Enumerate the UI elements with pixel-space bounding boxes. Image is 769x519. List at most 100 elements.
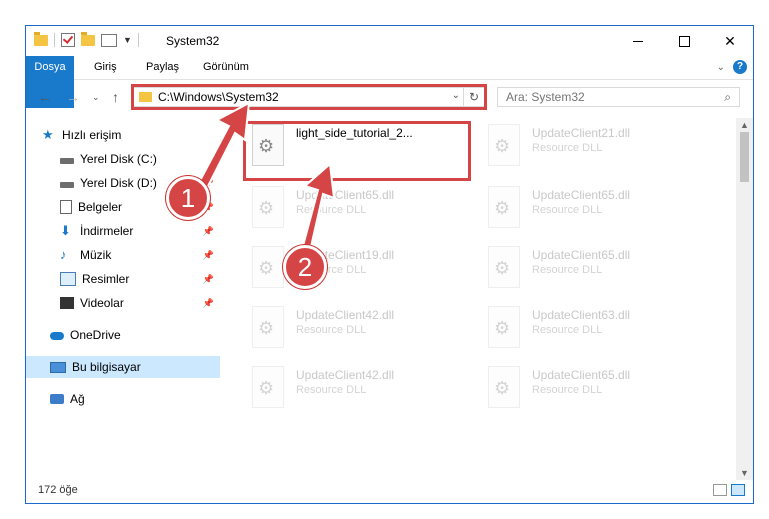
scrollbar-thumb[interactable] bbox=[740, 132, 749, 182]
search-box[interactable]: ⌕ bbox=[497, 87, 740, 107]
network-icon bbox=[50, 394, 64, 404]
file-name: UpdateClient42.dll bbox=[296, 308, 395, 322]
maximize-button[interactable] bbox=[661, 26, 707, 56]
star-icon: ★ bbox=[42, 127, 54, 142]
title-bar: ▼ System32 ✕ bbox=[26, 26, 753, 56]
pin-icon[interactable]: 📌 bbox=[203, 250, 214, 261]
step-2-badge: 2 bbox=[283, 245, 327, 289]
cloud-icon bbox=[50, 332, 64, 340]
status-bar: 172 öğe bbox=[26, 478, 753, 503]
pin-icon[interactable]: 📌 bbox=[203, 274, 214, 285]
expand-ribbon-chevron-icon[interactable]: ⌄ bbox=[717, 62, 725, 73]
file-description: Resource DLL bbox=[296, 324, 367, 336]
help-icon[interactable]: ? bbox=[733, 60, 747, 74]
gear-icon: ⚙ bbox=[494, 136, 511, 156]
file-name: UpdateClient42.dll bbox=[296, 368, 395, 382]
video-icon bbox=[60, 297, 74, 309]
file-name: UpdateClient65.dll bbox=[532, 368, 631, 382]
sidebar-item-label: Hızlı erişim bbox=[62, 128, 122, 142]
properties-check-icon[interactable] bbox=[61, 33, 75, 47]
sidebar-item-videos[interactable]: Videolar 📌 bbox=[60, 292, 220, 314]
list-item[interactable]: ⚙ UpdateClient65.dll Resource DLL bbox=[484, 244, 714, 296]
minimize-icon bbox=[633, 40, 643, 42]
file-thumbnail: ⚙ bbox=[248, 244, 286, 290]
list-item[interactable]: ⚙ UpdateClient65.dll Resource DLL bbox=[484, 184, 714, 236]
item-count: 172 öğe bbox=[38, 484, 78, 496]
tab-share[interactable]: Paylaş bbox=[136, 56, 189, 79]
file-name: UpdateClient65.dll bbox=[532, 188, 631, 202]
file-name: UpdateClient63.dll bbox=[532, 308, 631, 322]
forward-arrow-icon[interactable]: → bbox=[66, 89, 80, 105]
customize-toolbar-chevron-icon[interactable]: ▼ bbox=[123, 35, 132, 45]
sidebar-item-label: Ağ bbox=[70, 392, 85, 406]
file-description: Resource DLL bbox=[532, 384, 603, 396]
file-name: UpdateClient65.dll bbox=[296, 188, 395, 202]
sidebar-item-label: Bu bilgisayar bbox=[72, 360, 141, 374]
sidebar-item-local-disk-c[interactable]: Yerel Disk (C:) bbox=[60, 148, 220, 170]
document-icon bbox=[60, 200, 72, 214]
recent-locations-chevron-icon[interactable]: ⌄ bbox=[92, 92, 100, 103]
sidebar-item-label: İndirmeler bbox=[80, 224, 134, 238]
list-item[interactable]: ⚙ UpdateClient63.dll Resource DLL bbox=[484, 304, 714, 356]
sidebar-item-onedrive[interactable]: OneDrive bbox=[50, 324, 220, 346]
file-name: UpdateClient65.dll bbox=[532, 248, 631, 262]
download-icon: ⬇ bbox=[60, 223, 71, 238]
file-description: Resource DLL bbox=[532, 264, 603, 276]
tiles-view-icon[interactable] bbox=[731, 484, 745, 496]
drive-icon bbox=[60, 158, 74, 164]
file-description: Resource DLL bbox=[532, 142, 603, 154]
gear-icon: ⚙ bbox=[494, 198, 511, 218]
close-icon: ✕ bbox=[724, 32, 736, 49]
sidebar-item-label: Müzik bbox=[80, 248, 112, 262]
window-title: System32 bbox=[166, 34, 220, 48]
sidebar-item-downloads[interactable]: ⬇ İndirmeler 📌 bbox=[60, 220, 220, 242]
music-icon: ♪ bbox=[60, 247, 67, 262]
computer-icon bbox=[50, 361, 66, 373]
list-item[interactable]: ⚙ UpdateClient21.dll Resource DLL bbox=[484, 122, 714, 174]
up-arrow-icon[interactable]: ↑ bbox=[112, 89, 119, 105]
close-button[interactable]: ✕ bbox=[707, 26, 753, 56]
file-thumbnail: ⚙ bbox=[484, 304, 522, 350]
file-description: Resource DLL bbox=[532, 204, 603, 216]
search-icon[interactable]: ⌕ bbox=[724, 90, 731, 105]
file-thumbnail: ⚙ bbox=[248, 184, 286, 230]
gear-icon: ⚙ bbox=[258, 258, 275, 278]
gear-icon: ⚙ bbox=[494, 318, 511, 338]
pin-icon[interactable]: 📌 bbox=[203, 226, 214, 237]
list-item[interactable]: ⚙ UpdateClient42.dll Resource DLL bbox=[248, 304, 478, 356]
sidebar-item-music[interactable]: ♪ Müzik 📌 bbox=[60, 244, 220, 266]
navigation-pane: ★ Hızlı erişim Yerel Disk (C:) Yerel Dis… bbox=[26, 118, 220, 473]
sidebar-item-quick-access[interactable]: ★ Hızlı erişim bbox=[42, 124, 220, 146]
details-view-icon[interactable] bbox=[713, 484, 727, 496]
file-description: Resource DLL bbox=[296, 204, 367, 216]
list-item[interactable]: ⚙ UpdateClient65.dll Resource DLL bbox=[484, 364, 714, 416]
list-item[interactable]: ⚙ UpdateClient65.dll Resource DLL bbox=[248, 184, 478, 236]
file-thumbnail: ⚙ bbox=[248, 364, 286, 410]
new-folder-icon[interactable] bbox=[81, 31, 95, 46]
sidebar-item-label: Videolar bbox=[80, 296, 124, 310]
back-arrow-icon[interactable]: ← bbox=[38, 89, 52, 105]
pin-icon[interactable]: 📌 bbox=[203, 298, 214, 309]
file-thumbnail: ⚙ bbox=[248, 304, 286, 350]
sidebar-item-pictures[interactable]: Resimler 📌 bbox=[60, 268, 220, 290]
properties-icon[interactable] bbox=[101, 33, 117, 47]
search-input[interactable] bbox=[506, 88, 706, 106]
gear-icon: ⚙ bbox=[258, 318, 275, 338]
sidebar-item-label: Resimler bbox=[82, 272, 130, 286]
scroll-up-arrow-icon[interactable]: ▲ bbox=[740, 120, 749, 130]
file-highlight bbox=[243, 121, 471, 181]
vertical-scrollbar[interactable]: ▲ ▼ bbox=[736, 118, 753, 480]
list-item[interactable]: ⚙ UpdateClient42.dll Resource DLL bbox=[248, 364, 478, 416]
window-controls: ✕ bbox=[615, 26, 753, 56]
sidebar-item-network[interactable]: Ağ bbox=[50, 388, 220, 410]
toolbar-divider bbox=[137, 33, 139, 47]
sidebar-item-this-pc[interactable]: Bu bilgisayar bbox=[26, 356, 220, 378]
file-thumbnail: ⚙ bbox=[484, 122, 522, 168]
drive-icon bbox=[60, 182, 74, 188]
tab-home[interactable]: Giriş bbox=[84, 56, 127, 79]
minimize-button[interactable] bbox=[615, 26, 661, 56]
tab-view[interactable]: Görünüm bbox=[193, 56, 259, 79]
ribbon-tabs: Dosya Giriş Paylaş Görünüm ⌄ ? bbox=[26, 56, 753, 108]
file-description: Resource DLL bbox=[296, 384, 367, 396]
scroll-down-arrow-icon[interactable]: ▼ bbox=[740, 468, 749, 478]
